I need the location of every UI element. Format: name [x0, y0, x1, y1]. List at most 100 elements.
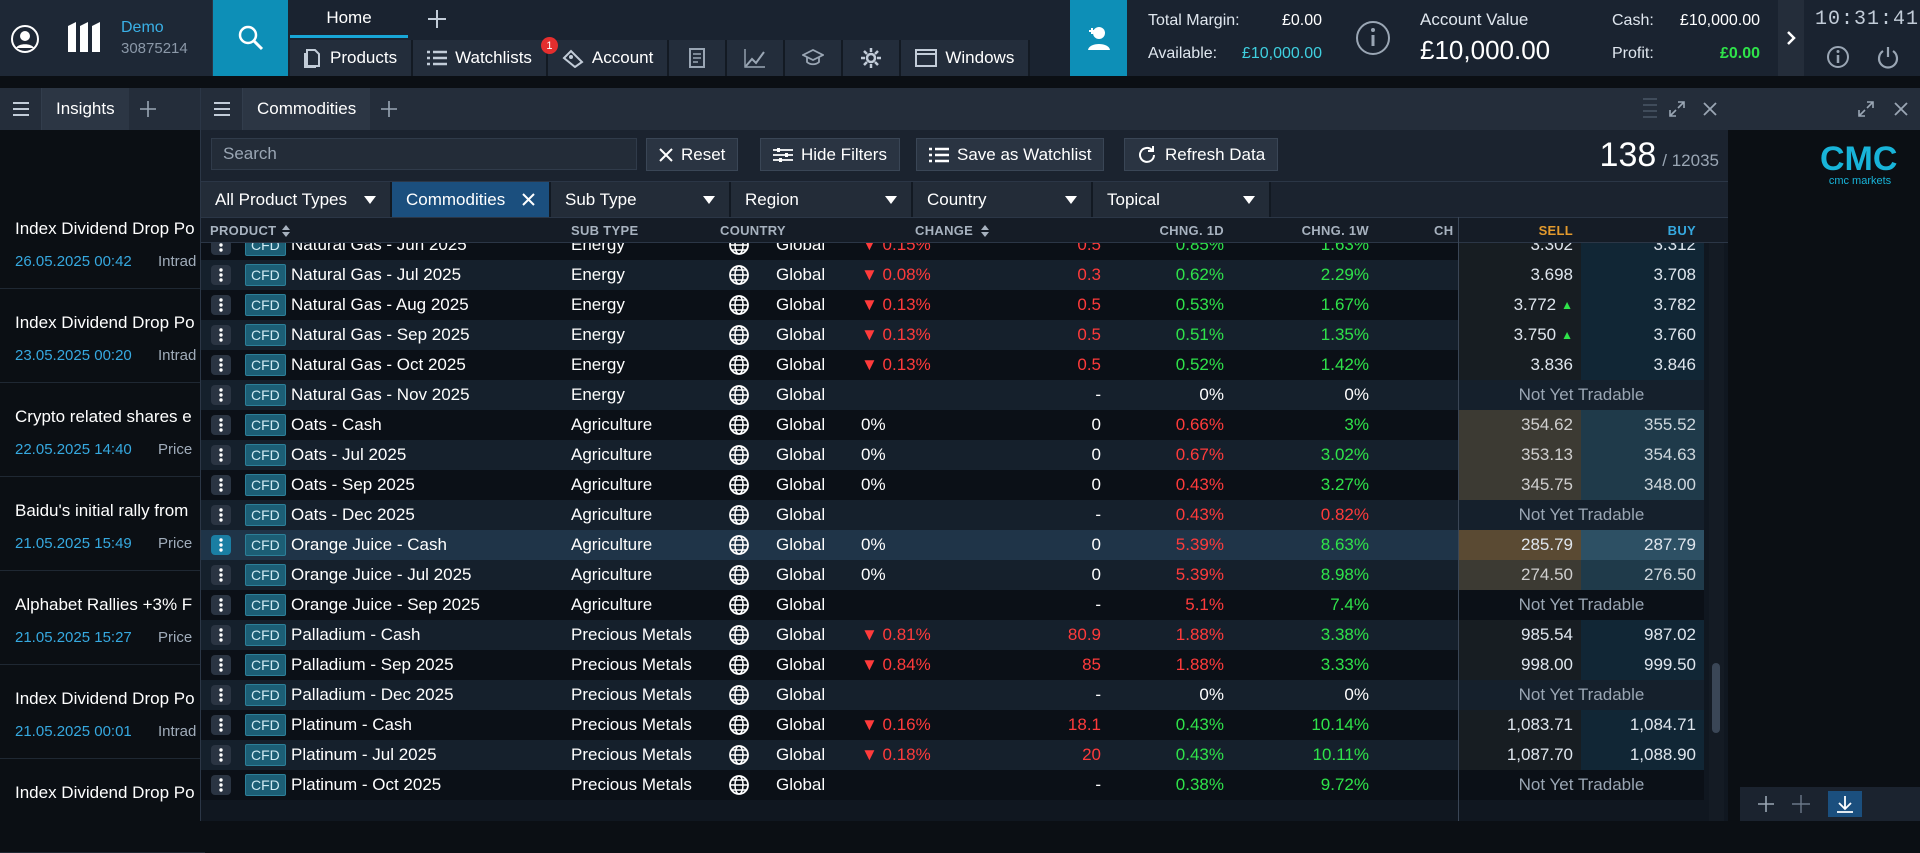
buy-price-button[interactable]: 3.782 — [1581, 290, 1704, 320]
sell-price-button[interactable]: 345.75 — [1459, 470, 1581, 500]
commodities-add-tab[interactable] — [370, 88, 408, 130]
buy-price-button[interactable]: 354.63 — [1581, 440, 1704, 470]
product-name[interactable]: Palladium - Dec 2025 — [291, 680, 454, 710]
insights-title[interactable]: Insights — [42, 88, 129, 130]
account-switcher[interactable]: Demo 30875214 — [0, 0, 213, 76]
product-name[interactable]: Platinum - Oct 2025 — [291, 770, 441, 800]
nav-watchlists[interactable]: Watchlists — [413, 40, 548, 76]
sell-price-button[interactable]: 3.302 — [1459, 243, 1581, 260]
header-sub-type[interactable]: SUB TYPE — [571, 218, 638, 243]
commodities-menu-button[interactable] — [201, 88, 243, 130]
nav-reports[interactable] — [669, 40, 728, 76]
table-row[interactable]: CFD Natural Gas - Oct 2025 Energy Global ▼ 0… — [201, 350, 1704, 380]
table-row[interactable]: CFD Orange Juice - Cash Agriculture Global 0… — [201, 530, 1704, 560]
insights-menu-button[interactable] — [0, 88, 42, 130]
info-icon[interactable] — [1355, 20, 1391, 56]
add-user-button[interactable] — [1070, 0, 1127, 76]
row-menu-button[interactable] — [209, 500, 233, 530]
insights-add-tab[interactable] — [129, 88, 167, 130]
table-row[interactable]: CFD Natural Gas - Nov 2025 Energy Global - 0%… — [201, 380, 1704, 410]
product-name[interactable]: Palladium - Cash — [291, 620, 420, 650]
region-dropdown[interactable]: Region — [731, 182, 913, 217]
row-menu-button[interactable] — [209, 260, 233, 290]
buy-price-button[interactable]: 999.50 — [1581, 650, 1704, 680]
sell-price-button[interactable]: 3.750 ▲ — [1459, 320, 1581, 350]
buy-price-button[interactable]: 348.00 — [1581, 470, 1704, 500]
table-row[interactable]: CFD Platinum - Oct 2025 Precious Metals Glo… — [201, 770, 1704, 800]
row-menu-button[interactable] — [209, 530, 233, 560]
header-country[interactable]: COUNTRY — [720, 218, 786, 243]
table-row[interactable]: CFD Platinum - Cash Precious Metals Global ▼… — [201, 710, 1704, 740]
header-chng-1w[interactable]: CHNG. 1W — [1281, 218, 1369, 243]
row-menu-button[interactable] — [209, 320, 233, 350]
refresh-data-button[interactable]: Refresh Data — [1124, 138, 1279, 171]
table-row[interactable]: CFD Oats - Jul 2025 Agriculture Global 0% 0 0.… — [201, 440, 1704, 470]
buy-price-button[interactable]: 987.02 — [1581, 620, 1704, 650]
table-row[interactable]: CFD Oats - Cash Agriculture Global 0% 0 0.66% 3… — [201, 410, 1704, 440]
header-chng-1d[interactable]: CHNG. 1D — [1136, 218, 1224, 243]
buy-price-button[interactable]: 3.708 — [1581, 260, 1704, 290]
commodities-title[interactable]: Commodities — [243, 88, 371, 130]
list-item[interactable]: Baidu's initial rally from 21.05.2025 15:… — [0, 477, 205, 571]
plus-icon[interactable] — [1758, 796, 1774, 812]
sell-price-button[interactable]: 353.13 — [1459, 440, 1581, 470]
sell-price-button[interactable]: 274.50 — [1459, 560, 1581, 590]
nav-settings[interactable] — [843, 40, 902, 76]
row-menu-button[interactable] — [209, 470, 233, 500]
row-menu-button[interactable] — [209, 350, 233, 380]
buy-price-button[interactable]: 3.846 — [1581, 350, 1704, 380]
close-icon[interactable] — [522, 193, 535, 206]
table-row[interactable]: CFD Platinum - Jul 2025 Precious Metals Glo… — [201, 740, 1704, 770]
sell-price-button[interactable]: 1,083.71 — [1459, 710, 1581, 740]
table-row[interactable]: CFD Natural Gas - Jul 2025 Energy Global ▼ 0… — [201, 260, 1704, 290]
row-menu-button[interactable] — [209, 740, 233, 770]
row-menu-button[interactable] — [209, 620, 233, 650]
table-row[interactable]: CFD Palladium - Dec 2025 Precious Metals Gl… — [201, 680, 1704, 710]
expand-summary-button[interactable] — [1778, 0, 1804, 76]
table-row[interactable]: CFD Palladium - Cash Precious Metals Global… — [201, 620, 1704, 650]
sell-price-button[interactable]: 3.836 — [1459, 350, 1581, 380]
buy-price-button[interactable]: 3.760 — [1581, 320, 1704, 350]
crosshair-icon[interactable] — [1792, 795, 1810, 813]
row-menu-button[interactable] — [209, 440, 233, 470]
product-name[interactable]: Orange Juice - Jul 2025 — [291, 560, 472, 590]
row-menu-button[interactable] — [209, 290, 233, 320]
close-icon[interactable] — [1894, 102, 1908, 116]
sub-type-dropdown[interactable]: Sub Type — [551, 182, 731, 217]
product-name[interactable]: Oats - Jul 2025 — [291, 440, 406, 470]
save-watchlist-button[interactable]: Save as Watchlist — [916, 138, 1105, 171]
header-product[interactable]: PRODUCT — [210, 218, 291, 243]
product-name[interactable]: Palladium - Sep 2025 — [291, 650, 454, 680]
list-item[interactable]: Index Dividend Drop Po 23.05.2025 00:20 In… — [0, 289, 205, 383]
table-row[interactable]: CFD Oats - Sep 2025 Agriculture Global 0% 0 0.… — [201, 470, 1704, 500]
country-dropdown[interactable]: Country — [913, 182, 1093, 217]
expand-icon[interactable] — [1669, 101, 1685, 117]
close-icon[interactable] — [1703, 102, 1717, 116]
search-input[interactable] — [211, 138, 637, 170]
nav-products[interactable]: Products — [290, 40, 414, 76]
product-name[interactable]: Orange Juice - Sep 2025 — [291, 590, 480, 620]
nav-windows[interactable]: Windows — [901, 40, 1031, 76]
nav-chart[interactable] — [727, 40, 786, 76]
tab-home[interactable]: Home — [290, 0, 408, 38]
table-row[interactable]: CFD Natural Gas - Jun 2025 Energy Global ▼ 0… — [201, 243, 1704, 260]
table-row[interactable]: CFD Natural Gas - Aug 2025 Energy Global ▼ 0… — [201, 290, 1704, 320]
row-menu-button[interactable] — [209, 590, 233, 620]
product-name[interactable]: Natural Gas - Aug 2025 — [291, 290, 469, 320]
table-row[interactable]: CFD Orange Juice - Sep 2025 Agriculture Glo… — [201, 590, 1704, 620]
list-item[interactable]: Index Dividend Drop Po 21.05.2025 00:01 In… — [0, 665, 205, 759]
buy-price-button[interactable]: 1,084.71 — [1581, 710, 1704, 740]
table-row[interactable]: CFD Natural Gas - Sep 2025 Energy Global ▼ 0… — [201, 320, 1704, 350]
scrollbar-thumb[interactable] — [1712, 663, 1720, 733]
nav-learn[interactable] — [785, 40, 844, 76]
topical-dropdown[interactable]: Topical — [1093, 182, 1271, 217]
product-name[interactable]: Natural Gas - Sep 2025 — [291, 320, 470, 350]
list-item[interactable]: Alphabet Rallies +3% F 21.05.2025 15:27 Pr… — [0, 571, 205, 665]
header-change[interactable]: CHANGE — [915, 218, 990, 243]
sell-price-button[interactable]: 1,087.70 — [1459, 740, 1581, 770]
row-menu-button[interactable] — [209, 710, 233, 740]
scrollbar[interactable] — [1709, 243, 1724, 821]
row-menu-button[interactable] — [209, 560, 233, 590]
row-menu-button[interactable] — [209, 243, 233, 260]
download-icon[interactable] — [1828, 791, 1862, 817]
